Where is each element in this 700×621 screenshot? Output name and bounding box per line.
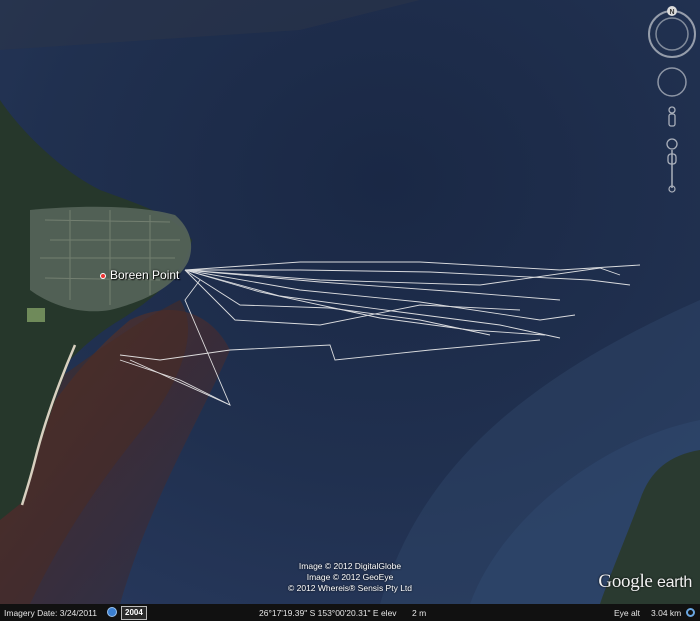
eye-alt-value: 3.04 km: [651, 608, 682, 618]
imagery-date: Imagery Date: 3/24/2011: [4, 608, 97, 618]
street-view-pegman-icon[interactable]: [668, 106, 676, 127]
status-bar: Imagery Date: 3/24/2011 2004 26°17'19.39…: [0, 604, 700, 621]
logo-earth: earth: [657, 574, 692, 591]
historical-year-button[interactable]: 2004: [121, 606, 147, 620]
north-label: N: [669, 9, 674, 16]
place-label[interactable]: Boreen Point: [110, 268, 179, 282]
logo-google: Google: [598, 571, 653, 592]
zoom-slider-icon[interactable]: [666, 138, 678, 193]
streaming-status-icon: [686, 608, 695, 617]
elevation-value: 2 m: [412, 608, 427, 618]
credit-line: Image © 2012 GeoEye: [306, 572, 394, 582]
sports-field: [27, 308, 45, 322]
look-joystick-icon[interactable]: [657, 67, 687, 97]
place-marker-icon[interactable]: [100, 273, 106, 279]
satellite-map[interactable]: [0, 0, 700, 604]
google-earth-logo: Google earth: [598, 571, 692, 593]
eye-alt-label: Eye alt: [614, 608, 640, 618]
imagery-credits: Image © 2012 DigitalGlobe Image © 2012 G…: [250, 561, 450, 594]
map-viewport[interactable]: Boreen Point N Image © 2012 DigitalGlobe…: [0, 0, 700, 621]
credit-line: Image © 2012 DigitalGlobe: [298, 561, 402, 571]
historical-imagery-icon[interactable]: [107, 607, 117, 617]
coordinates-readout: 26°17'19.39" S 153°00'20.31" E elev: [259, 608, 397, 618]
credit-line: © 2012 Whereis® Sensis Pty Ltd: [287, 583, 413, 593]
navigation-controls[interactable]: N: [644, 4, 700, 194]
